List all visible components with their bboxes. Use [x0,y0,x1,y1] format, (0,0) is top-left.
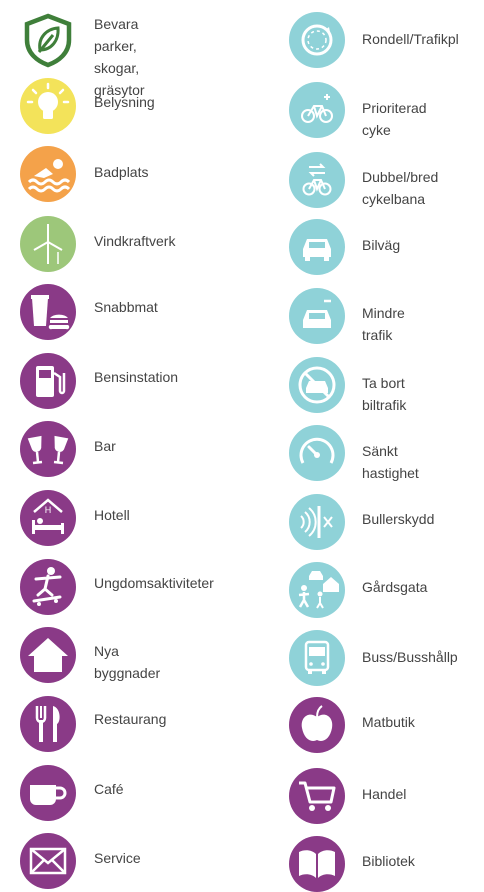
legend-label: Gårdsgata [362,579,428,595]
coffee-cup-icon [20,765,76,821]
legend-label: Restaurang [94,711,167,727]
legend-label: Matbutik [362,714,415,730]
noise-barrier-icon [289,494,345,550]
legend-label: Bar [94,438,116,454]
legend-label: Mindre trafik [362,305,405,343]
icon-legend: Bevara parker, skogar, gräsytor Belysnin… [0,0,484,892]
bus-icon [289,630,345,686]
bicycle-plus-icon [289,82,345,138]
apple-icon [289,697,345,753]
envelope-icon [20,833,76,889]
legend-label: Sänkt hastighet [362,443,419,481]
car-icon [289,219,345,275]
living-street-icon [289,562,345,618]
legend-label: Dubbel/bred cykelbana [362,169,439,207]
legend-label: Badplats [94,164,149,180]
legend-label: Bibliotek [362,853,415,869]
fork-knife-icon [20,696,76,752]
legend-label: Ta bort biltrafik [362,375,407,413]
legend-label: Nya byggnader [94,643,161,681]
skateboarder-icon [20,559,76,615]
legend-label: Buss/Busshållp [362,649,458,665]
legend-label: Bilväg [362,237,401,253]
legend-label: Bevara parker, skogar, gräsytor [94,16,145,98]
legend-label: Handel [362,786,407,802]
legend-label: Rondell/Trafikpl [362,31,459,47]
roundabout-icon [289,12,345,68]
legend-label: Ungdomsaktiviteter [94,575,214,591]
legend-label: Prioriterad cyke [362,100,427,138]
lightbulb-icon [20,78,76,134]
legend-label: Bullerskydd [362,511,435,527]
legend-label: Belysning [94,94,155,110]
fuel-pump-icon [20,353,76,409]
bicycle-arrows-icon [289,152,345,208]
legend-label: Snabbmat [94,299,158,315]
legend-label: Service [94,850,141,866]
svg-text:H: H [45,505,52,515]
house-icon [20,627,76,683]
no-car-icon [289,357,345,413]
hotel-bed-icon: H [20,490,76,546]
legend-label: Hotell [94,507,130,523]
legend-label: Bensinstation [94,369,179,385]
legend-label: Café [94,781,124,797]
leaf-shield-icon [20,12,76,68]
swimmer-icon [20,146,76,202]
speedometer-icon [289,425,345,481]
fast-food-icon [20,284,76,340]
shopping-cart-icon [289,768,345,824]
wine-glasses-icon [20,421,76,477]
wind-turbine-icon [20,216,76,272]
car-minus-icon [289,288,345,344]
book-icon [289,836,345,892]
legend-label: Vindkraftverk [94,233,176,249]
